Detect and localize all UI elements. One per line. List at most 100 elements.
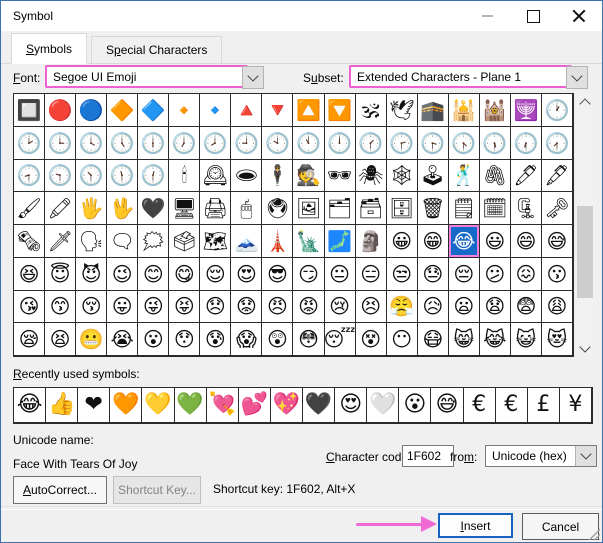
symbol-cell[interactable]: 🔸 [169, 94, 201, 127]
from-dropdown-button[interactable] [575, 446, 596, 466]
symbol-cell[interactable]: 😋 [169, 257, 201, 291]
symbol-cell[interactable]: 😷 [417, 323, 449, 356]
recent-symbol-cell[interactable]: € [463, 388, 496, 423]
symbol-cell[interactable]: 😣 [355, 290, 387, 324]
symbol-cell-selected[interactable]: 😂 [448, 225, 480, 258]
symbol-cell[interactable]: 😗 [541, 257, 573, 291]
symbol-cell[interactable]: 🕉 [355, 94, 387, 127]
symbol-cell[interactable]: 🕡 [510, 126, 542, 160]
symbol-cell[interactable]: 🕦 [107, 159, 139, 193]
symbol-cell[interactable]: 😫 [45, 323, 77, 356]
recent-symbol-cell[interactable]: € [495, 388, 528, 423]
symbol-cell[interactable]: 😄 [510, 225, 542, 258]
symbol-cell[interactable]: 🕒 [45, 126, 77, 160]
symbol-cell[interactable]: 🔲 [14, 94, 46, 127]
symbol-cell[interactable]: 🕐 [541, 94, 573, 127]
symbol-cell[interactable]: 🔷 [138, 94, 170, 127]
symbol-cell[interactable]: 😅 [541, 225, 573, 258]
symbol-cell[interactable]: 😝 [169, 290, 201, 324]
symbol-cell[interactable]: 😮 [138, 323, 170, 356]
symbol-cell[interactable]: 🕗 [200, 126, 232, 160]
recent-symbol-cell[interactable]: 💛 [142, 388, 175, 423]
character-code-input[interactable] [402, 445, 454, 467]
symbol-cell[interactable]: 🕌 [448, 94, 480, 127]
symbol-cell[interactable]: 🕜 [355, 126, 387, 160]
recent-symbol-cell[interactable]: 🖤 [302, 388, 336, 423]
resize-grip[interactable] [587, 527, 600, 540]
recent-symbol-cell[interactable]: 🧡 [110, 388, 143, 423]
symbol-cell[interactable]: 🕊 [386, 94, 418, 127]
symbol-cell[interactable]: 🗞 [14, 225, 46, 258]
symbol-cell[interactable]: 🕵 [293, 159, 325, 193]
symbol-cell[interactable]: 😖 [510, 257, 542, 291]
symbol-cell[interactable]: 🕸 [386, 159, 418, 193]
symbol-cell[interactable]: 🕯 [169, 159, 201, 193]
symbol-cell[interactable]: 🕙 [262, 126, 294, 160]
recent-symbol-cell[interactable]: 😮 [399, 388, 432, 423]
symbol-cell[interactable]: 😛 [107, 290, 139, 324]
symbol-cell[interactable]: 🗝 [541, 192, 573, 225]
recent-symbol-cell[interactable]: ¥ [559, 388, 592, 423]
autocorrect-button[interactable]: AutoCorrect... [13, 476, 107, 504]
symbol-cell[interactable]: 😑 [355, 257, 387, 291]
symbol-cell[interactable]: 😓 [417, 257, 449, 291]
recent-symbol-cell[interactable]: 💘 [206, 388, 239, 423]
symbol-cell[interactable]: 😲 [262, 323, 294, 356]
symbol-cell[interactable]: 🕛 [324, 126, 356, 160]
symbol-cell[interactable]: 🕳 [231, 159, 263, 193]
subset-combobox[interactable]: Extended Characters - Plane 1 [349, 65, 572, 88]
symbol-cell[interactable]: 🗯 [138, 225, 170, 258]
symbol-cell[interactable]: 🖊 [510, 159, 542, 193]
symbol-cell[interactable]: 🗳 [169, 225, 201, 258]
symbol-cell[interactable]: 🗄 [386, 192, 418, 225]
symbol-cell[interactable]: 🕚 [293, 126, 325, 160]
symbol-cell[interactable]: 😠 [262, 290, 294, 324]
symbol-cell[interactable]: 🗓 [479, 192, 511, 225]
symbol-cell[interactable]: 😜 [138, 290, 170, 324]
symbol-cell[interactable]: 😒 [386, 257, 418, 291]
symbol-cell[interactable]: 😔 [448, 257, 480, 291]
symbol-cell[interactable]: 🗒 [448, 192, 480, 225]
symbol-cell[interactable]: 😡 [293, 290, 325, 324]
symbol-cell[interactable]: 🕤 [45, 159, 77, 193]
maximize-button[interactable] [510, 1, 556, 31]
symbol-cell[interactable]: 🗜 [510, 192, 542, 225]
recent-symbol-cell[interactable]: 😂 [14, 388, 47, 423]
symbol-cell[interactable]: 🗽 [293, 225, 325, 258]
symbol-cell[interactable]: 🕍 [479, 94, 511, 127]
symbol-cell[interactable]: 🖥 [169, 192, 201, 225]
symbol-cell[interactable]: 🔶 [107, 94, 139, 127]
symbol-cell[interactable]: 🗻 [231, 225, 263, 258]
symbol-cell[interactable]: 🕕 [138, 126, 170, 160]
symbol-cell[interactable]: 🕞 [417, 126, 449, 160]
symbol-cell[interactable]: 🕔 [107, 126, 139, 160]
symbol-cell[interactable]: 🗣 [76, 225, 108, 258]
symbol-cell[interactable]: 🕴 [262, 159, 294, 193]
minimize-button[interactable] [464, 1, 510, 31]
symbol-cell[interactable]: 🔽 [324, 94, 356, 127]
symbol-cell[interactable]: 😦 [448, 290, 480, 324]
symbol-cell[interactable]: 🗂 [324, 192, 356, 225]
symbol-cell[interactable]: 🗑 [417, 192, 449, 225]
symbol-cell[interactable]: 😁 [417, 225, 449, 258]
symbol-cell[interactable]: 🕎 [510, 94, 542, 127]
symbol-cell[interactable]: 😆 [14, 257, 46, 291]
symbol-cell[interactable]: 🗺 [200, 225, 232, 258]
symbol-cell[interactable]: 🖼 [293, 192, 325, 225]
symbol-cell[interactable]: 🕖 [169, 126, 201, 160]
symbol-cell[interactable]: 😟 [231, 290, 263, 324]
symbol-cell[interactable]: 🕶 [324, 159, 356, 193]
recent-symbol-cell[interactable]: ❤ [78, 388, 111, 423]
symbol-cell[interactable]: 🕋 [417, 94, 449, 127]
symbol-cell[interactable]: 😺 [510, 323, 542, 356]
symbol-cell[interactable]: 😶 [386, 323, 418, 356]
grid-scrollbar[interactable] [576, 93, 594, 357]
tab-symbols[interactable]: Symbols [11, 33, 88, 64]
symbol-cell[interactable]: 😩 [541, 290, 573, 324]
symbol-cell[interactable]: 🕰 [200, 159, 232, 193]
symbol-cell[interactable]: 😍 [231, 257, 263, 291]
symbol-cell[interactable]: 🗿 [355, 225, 387, 258]
tab-special-characters[interactable]: Sp ecial Characters [91, 36, 223, 64]
symbol-cell[interactable]: 🕠 [479, 126, 511, 160]
recent-symbol-cell[interactable]: 😍 [335, 388, 368, 423]
